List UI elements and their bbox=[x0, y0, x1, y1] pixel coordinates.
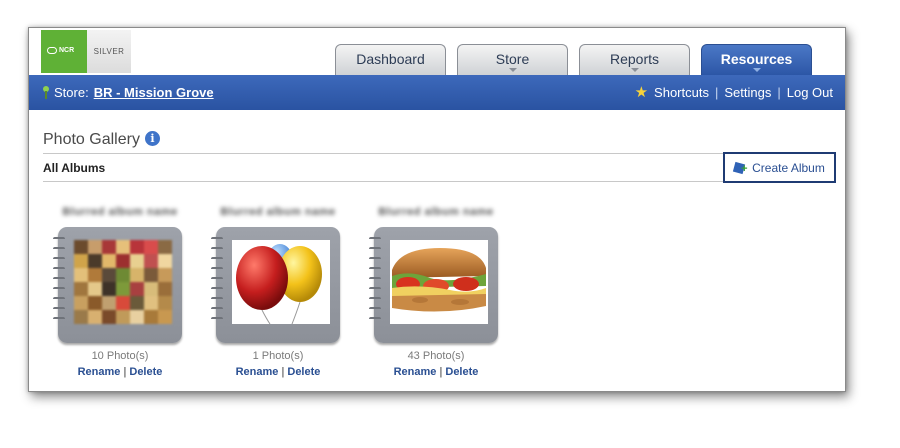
store-navbar: Store: BR - Mission Grove ★ Shortcuts | … bbox=[29, 75, 845, 110]
add-album-icon bbox=[734, 162, 748, 174]
album-cover[interactable] bbox=[211, 227, 340, 343]
album-card: Blurred album name 10 Photo(s) Rename | … bbox=[53, 206, 185, 378]
app-window: NCR SILVER Dashboard Store Reports Resou… bbox=[28, 27, 846, 392]
sandwich-image bbox=[392, 248, 486, 312]
tab-reports[interactable]: Reports bbox=[579, 44, 690, 75]
tab-dashboard[interactable]: Dashboard bbox=[335, 44, 446, 75]
delete-link[interactable]: Delete bbox=[129, 366, 162, 378]
divider bbox=[43, 153, 835, 154]
shortcuts-link[interactable]: Shortcuts bbox=[654, 85, 709, 100]
chevron-down-icon bbox=[508, 68, 517, 72]
photo-count: 10 Photo(s) bbox=[91, 350, 149, 362]
tab-store[interactable]: Store bbox=[457, 44, 568, 75]
tab-label: Dashboard bbox=[356, 51, 425, 67]
tab-label: Store bbox=[495, 51, 530, 67]
logout-link[interactable]: Log Out bbox=[787, 85, 833, 100]
settings-link[interactable]: Settings bbox=[724, 85, 771, 100]
user-links: ★ Shortcuts | Settings | Log Out bbox=[635, 85, 833, 100]
separator: | bbox=[714, 85, 719, 100]
rename-link[interactable]: Rename bbox=[394, 366, 437, 378]
delete-link[interactable]: Delete bbox=[287, 366, 320, 378]
pin-icon bbox=[43, 86, 49, 99]
page-title: Photo Gallery i bbox=[43, 131, 160, 149]
photo-count: 43 Photo(s) bbox=[407, 350, 465, 362]
tab-label: Resources bbox=[720, 51, 793, 67]
album-name: Blurred album name bbox=[62, 206, 178, 218]
album-cover[interactable] bbox=[369, 227, 498, 343]
album-actions: Rename | Delete bbox=[371, 366, 501, 378]
delete-link[interactable]: Delete bbox=[445, 366, 478, 378]
silver-logo: SILVER bbox=[87, 30, 131, 73]
balloons-image bbox=[236, 244, 322, 324]
chevron-down-icon bbox=[630, 68, 639, 72]
page-title-text: Photo Gallery bbox=[43, 131, 140, 148]
album-actions: Rename | Delete bbox=[55, 366, 185, 378]
separator: | bbox=[777, 85, 781, 100]
ncr-logo-text: NCR bbox=[59, 47, 75, 54]
separator: | bbox=[281, 366, 285, 378]
tab-resources[interactable]: Resources bbox=[701, 44, 812, 75]
separator: | bbox=[439, 366, 443, 378]
binder-rings bbox=[53, 237, 65, 333]
store-name-link[interactable]: BR - Mission Grove bbox=[94, 85, 214, 100]
album-thumbnail bbox=[390, 240, 488, 324]
album-cover[interactable] bbox=[53, 227, 182, 343]
store-selector: Store: BR - Mission Grove bbox=[43, 85, 214, 100]
star-icon: ★ bbox=[634, 84, 649, 101]
album-card: Blurred album name bbox=[211, 206, 343, 378]
album-thumbnail bbox=[74, 240, 172, 324]
section-title: All Albums bbox=[43, 161, 106, 175]
top-header: NCR SILVER Dashboard Store Reports Resou… bbox=[29, 28, 845, 75]
photo-count: 1 Photo(s) bbox=[252, 350, 304, 362]
rename-link[interactable]: Rename bbox=[78, 366, 121, 378]
album-name: Blurred album name bbox=[220, 206, 336, 218]
album-card: Blurred album name bbox=[369, 206, 501, 378]
info-icon[interactable]: i bbox=[144, 131, 160, 146]
binder-rings bbox=[211, 237, 223, 333]
create-album-button[interactable]: Create Album bbox=[723, 152, 836, 183]
brand-logo: NCR SILVER bbox=[41, 30, 131, 73]
album-actions: Rename | Delete bbox=[213, 366, 343, 378]
binder-rings bbox=[369, 237, 381, 333]
album-name: Blurred album name bbox=[378, 206, 494, 218]
ncr-logo: NCR bbox=[41, 30, 87, 73]
album-thumbnail bbox=[232, 240, 330, 324]
separator: | bbox=[123, 366, 127, 378]
store-label: Store: bbox=[54, 85, 89, 100]
chevron-down-icon bbox=[752, 68, 761, 72]
create-album-label: Create Album bbox=[752, 160, 825, 175]
divider bbox=[43, 181, 835, 182]
rename-link[interactable]: Rename bbox=[236, 366, 279, 378]
tab-label: Reports bbox=[609, 51, 660, 67]
